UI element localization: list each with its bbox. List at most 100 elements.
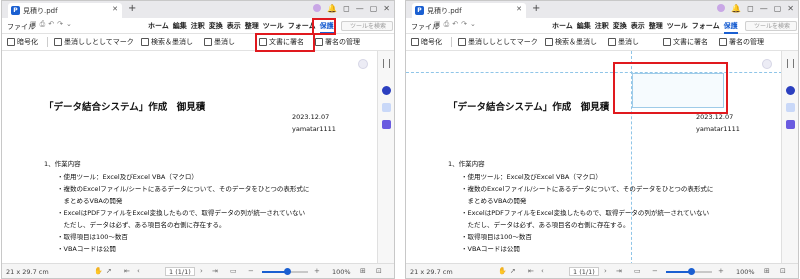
zoom-level[interactable]: 100%: [332, 268, 351, 276]
chat-icon[interactable]: ◻: [343, 4, 350, 13]
first-page-icon[interactable]: ⇤: [528, 267, 534, 275]
tab-title: 見積り.pdf: [427, 6, 462, 15]
translate-icon[interactable]: [382, 103, 391, 112]
zoom-slider-handle[interactable]: [688, 268, 696, 275]
last-page-icon[interactable]: ⇥: [212, 267, 218, 275]
zoom-in-icon[interactable]: +: [314, 267, 320, 275]
avatar-icon[interactable]: [313, 4, 322, 12]
page-size: 21 x 29.7 cm: [410, 268, 453, 276]
translate-icon[interactable]: [786, 103, 795, 112]
close-tab-icon[interactable]: ✕: [516, 5, 522, 13]
ai-assistant-icon[interactable]: [762, 59, 772, 69]
ai-icon[interactable]: [382, 86, 391, 95]
redo-icon[interactable]: ↷: [57, 20, 63, 29]
menu-organize[interactable]: 整理: [649, 21, 663, 34]
document-tab[interactable]: P 見積り.pdf ✕: [412, 3, 526, 18]
bell-icon[interactable]: 🔔: [327, 4, 337, 13]
prev-page-icon[interactable]: ‹: [137, 267, 140, 275]
menu-convert[interactable]: 変換: [209, 21, 223, 34]
close-tab-icon[interactable]: ✕: [112, 5, 118, 13]
zoom-out-icon[interactable]: −: [248, 267, 254, 275]
menu-comment[interactable]: 注釈: [191, 21, 205, 34]
menu-comment[interactable]: 注釈: [595, 21, 609, 34]
zoom-out-icon[interactable]: −: [652, 267, 658, 275]
search-redact-button[interactable]: 検索＆墨消し: [141, 37, 193, 47]
page-layout-icon[interactable]: ▭: [230, 267, 237, 275]
lock-icon: [7, 38, 15, 46]
redact-button[interactable]: 墨消し: [204, 37, 235, 47]
zoom-slider-handle[interactable]: [284, 268, 292, 275]
zoom-slider[interactable]: [262, 268, 308, 275]
undo-icon[interactable]: ↶: [452, 20, 458, 29]
hand-tool-icon[interactable]: ✋: [94, 267, 103, 275]
tool-search-input[interactable]: ツールを検索: [341, 21, 393, 31]
select-tool-icon[interactable]: ➚: [510, 267, 516, 275]
undo-icon[interactable]: ↶: [48, 20, 54, 29]
ai-icon[interactable]: [786, 86, 795, 95]
next-page-icon[interactable]: ›: [200, 267, 203, 275]
hand-tool-icon[interactable]: ✋: [498, 267, 507, 275]
fit-width-icon[interactable]: ⊞: [764, 267, 770, 275]
page-layout-icon[interactable]: ▭: [634, 267, 641, 275]
menu-home[interactable]: ホーム: [148, 21, 169, 34]
zoom-level[interactable]: 100%: [736, 268, 755, 276]
redo-icon[interactable]: ↷: [461, 20, 467, 29]
menu-form[interactable]: フォーム: [692, 21, 720, 34]
zoom-in-icon[interactable]: +: [718, 267, 724, 275]
minimize-icon[interactable]: —: [356, 4, 364, 13]
close-window-icon[interactable]: ✕: [787, 4, 794, 13]
lock-icon: [411, 38, 419, 46]
encrypt-button[interactable]: 暗号化: [7, 37, 38, 47]
last-page-icon[interactable]: ⇥: [616, 267, 622, 275]
avatar-icon[interactable]: [717, 4, 726, 12]
menu-view[interactable]: 表示: [227, 21, 241, 34]
save-icon[interactable]: ▣: [434, 20, 441, 29]
prev-page-icon[interactable]: ‹: [541, 267, 544, 275]
close-window-icon[interactable]: ✕: [383, 4, 390, 13]
chat-icon[interactable]: ◻: [747, 4, 754, 13]
document-tab[interactable]: P 見積り.pdf ✕: [8, 3, 122, 18]
panel-toggle-icon[interactable]: [787, 59, 794, 68]
maximize-icon[interactable]: ▢: [370, 4, 378, 13]
manage-signatures-button[interactable]: 署名の管理: [315, 37, 360, 47]
mark-redaction-button[interactable]: 墨消ししとしてマーク: [54, 37, 134, 47]
menu-edit[interactable]: 編集: [173, 21, 187, 34]
new-tab-button[interactable]: +: [128, 3, 136, 14]
print-icon[interactable]: ⎙: [444, 20, 450, 29]
maximize-icon[interactable]: ▢: [774, 4, 782, 13]
menu-convert[interactable]: 変換: [613, 21, 627, 34]
menu-view[interactable]: 表示: [631, 21, 645, 34]
next-page-icon[interactable]: ›: [604, 267, 607, 275]
save-icon[interactable]: ▣: [30, 20, 37, 29]
menu-home[interactable]: ホーム: [552, 21, 573, 34]
menu-protect[interactable]: 保護: [723, 21, 738, 34]
chevron-down-icon[interactable]: ⌄: [66, 20, 72, 29]
panel-toggle-icon[interactable]: [383, 59, 390, 68]
print-icon[interactable]: ⎙: [40, 20, 46, 29]
checklist-icon[interactable]: [786, 120, 795, 129]
fit-page-icon[interactable]: ⊡: [780, 267, 786, 275]
menu-edit[interactable]: 編集: [577, 21, 591, 34]
mark-redaction-button[interactable]: 墨消ししとしてマーク: [458, 37, 538, 47]
chevron-down-icon[interactable]: ⌄: [470, 20, 476, 29]
select-tool-icon[interactable]: ➚: [106, 267, 112, 275]
page-number-field[interactable]: 1 (1/1): [569, 267, 599, 276]
bullet-line: まとめるVBAの開発: [57, 197, 123, 205]
ai-assistant-icon[interactable]: [358, 59, 368, 69]
redact-button[interactable]: 墨消し: [608, 37, 639, 47]
minimize-icon[interactable]: —: [760, 4, 768, 13]
page-number-field[interactable]: 1 (1/1): [165, 267, 195, 276]
menu-tools[interactable]: ツール: [667, 21, 688, 34]
manage-signatures-button[interactable]: 署名の管理: [719, 37, 764, 47]
zoom-slider[interactable]: [666, 268, 712, 275]
bell-icon[interactable]: 🔔: [731, 4, 741, 13]
new-tab-button[interactable]: +: [532, 3, 540, 14]
search-redact-button[interactable]: 検索＆墨消し: [545, 37, 597, 47]
fit-page-icon[interactable]: ⊡: [376, 267, 382, 275]
tool-search-input[interactable]: ツールを検索: [745, 21, 797, 31]
checklist-icon[interactable]: [382, 120, 391, 129]
fit-width-icon[interactable]: ⊞: [360, 267, 366, 275]
sign-document-button[interactable]: 文書に署名: [663, 37, 708, 47]
first-page-icon[interactable]: ⇤: [124, 267, 130, 275]
encrypt-button[interactable]: 暗号化: [411, 37, 442, 47]
